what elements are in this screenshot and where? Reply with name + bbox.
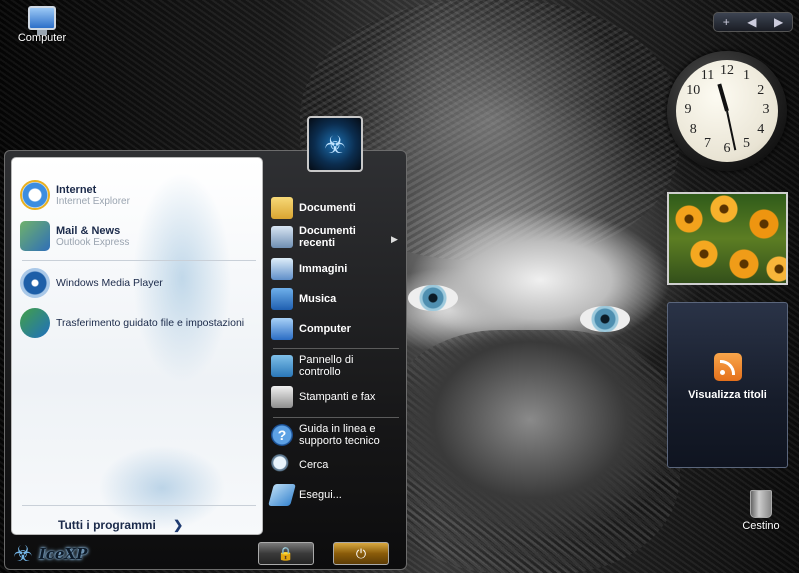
start-menu-programs-pane: Internet Internet Explorer Mail & News O… <box>11 157 263 535</box>
clock-number: 4 <box>757 121 765 137</box>
clock-number: 9 <box>684 102 692 117</box>
pinned-item-internet[interactable]: Internet Internet Explorer <box>20 180 130 210</box>
pinned-item-title: Internet <box>56 183 97 196</box>
music-icon <box>271 288 293 310</box>
recent-item-label: Windows Media Player <box>56 277 163 289</box>
clock-number: 6 <box>723 141 731 156</box>
feed-view-headlines-link[interactable]: Visualizza titoli <box>668 389 787 401</box>
start-menu: Internet Internet Explorer Mail & News O… <box>4 150 407 570</box>
rss-icon <box>713 353 742 381</box>
lock-button[interactable]: 🔒 <box>258 542 314 565</box>
user-picture[interactable]: ☣ <box>307 116 363 172</box>
places-separator <box>273 348 399 349</box>
system-item-label: Stampanti e fax <box>299 391 376 403</box>
clock-number: 10 <box>686 82 701 98</box>
computer-icon <box>28 6 56 35</box>
clock-hour-hand <box>717 83 729 112</box>
feed-headlines-gadget[interactable]: Visualizza titoli <box>667 302 788 468</box>
clock-number: 11 <box>700 68 715 84</box>
recent-item-label: Trasferimento guidato file e impostazion… <box>56 317 245 329</box>
recent-item-media-player[interactable]: Windows Media Player <box>20 268 163 298</box>
sidebar-controls: + ◀ ▶ <box>713 12 793 32</box>
all-programs-button[interactable]: Tutti i programmi ❯ <box>58 518 183 532</box>
support-item-search[interactable]: Cerca <box>271 454 328 476</box>
pinned-item-mail[interactable]: Mail & News Outlook Express <box>20 221 129 251</box>
previous-page-button[interactable]: ◀ <box>747 15 756 29</box>
biohazard-icon: ☣ <box>13 541 33 566</box>
submenu-arrow-icon: ▶ <box>391 234 398 244</box>
chevron-right-icon: ❯ <box>173 518 184 532</box>
run-icon <box>268 484 296 506</box>
pinned-item-subtitle: Outlook Express <box>56 236 130 248</box>
clock-number: 7 <box>704 135 711 151</box>
wallpaper-eye-right <box>580 306 630 332</box>
clock-number: 8 <box>689 121 697 137</box>
pictures-icon <box>271 258 293 280</box>
place-item-documents[interactable]: Documenti <box>271 197 356 219</box>
system-item-control-panel[interactable]: Pannello di controllo <box>271 354 371 378</box>
recycle-bin-icon <box>750 490 772 518</box>
documents-folder-icon <box>271 197 293 219</box>
place-item-computer[interactable]: Computer <box>271 318 351 340</box>
system-separator <box>273 417 399 418</box>
support-item-label: Guida in linea e supporto tecnico <box>299 423 380 447</box>
pinned-separator <box>22 260 256 261</box>
next-page-button[interactable]: ▶ <box>774 15 783 29</box>
outlook-express-icon <box>20 221 50 251</box>
shutdown-button[interactable]: ⏻ <box>333 542 389 565</box>
clock-gadget[interactable]: 12 1 2 3 4 5 6 7 8 9 10 11 <box>667 51 787 171</box>
control-panel-icon <box>271 355 293 377</box>
ice-xp-logo: ☣ IceXP <box>13 541 87 567</box>
clock-number: 3 <box>762 102 770 117</box>
wallpaper-eye-left <box>408 285 458 311</box>
place-item-label: Musica <box>299 293 337 305</box>
add-gadget-button[interactable]: + <box>723 15 730 29</box>
clock-number: 5 <box>743 135 750 151</box>
clock-face: 12 1 2 3 4 5 6 7 8 9 10 11 <box>676 60 778 162</box>
system-item-printers[interactable]: Stampanti e fax <box>271 386 375 408</box>
pinned-item-subtitle: Internet Explorer <box>56 195 130 207</box>
wallpaper-veil-bottom <box>380 330 680 573</box>
support-item-label: Cerca <box>299 459 329 471</box>
power-icon: ⏻ <box>355 546 367 561</box>
desktop-icon-computer[interactable]: Computer <box>12 6 72 44</box>
wallpaper-face <box>410 210 670 350</box>
recent-item-transfer-wizard[interactable]: Trasferimento guidato file e impostazion… <box>20 308 244 338</box>
place-item-recent-documents[interactable]: Documenti recenti <box>271 225 381 249</box>
search-icon <box>271 454 293 476</box>
clock-number: 2 <box>757 82 765 98</box>
recent-documents-icon <box>271 226 293 248</box>
system-item-label: Pannello di controllo <box>299 354 354 378</box>
desktop-icon-label: Cestino <box>742 520 780 532</box>
printer-icon <box>271 386 293 408</box>
all-programs-separator <box>22 505 256 506</box>
clock-number: 12 <box>720 63 734 78</box>
help-icon: ? <box>271 424 293 446</box>
place-item-label: Computer <box>299 323 351 335</box>
place-item-pictures[interactable]: Immagini <box>271 258 347 280</box>
place-item-music[interactable]: Musica <box>271 288 336 310</box>
lock-icon: 🔒 <box>277 546 295 561</box>
support-item-label: Esegui... <box>299 489 342 501</box>
support-item-run[interactable]: Esegui... <box>268 484 342 506</box>
place-item-label: Documenti <box>299 202 356 214</box>
place-item-label: Documenti recenti <box>299 225 356 249</box>
internet-explorer-icon <box>20 180 50 210</box>
media-player-icon <box>20 268 50 298</box>
support-item-help[interactable]: ? Guida in linea e supporto tecnico <box>271 423 391 447</box>
logo-text: IceXP <box>38 545 88 563</box>
place-item-label: Immagini <box>299 263 348 275</box>
pinned-item-title: Mail & News <box>56 224 121 237</box>
slideshow-gadget[interactable] <box>667 192 788 285</box>
computer-icon <box>271 318 293 340</box>
all-programs-label: Tutti i programmi <box>58 518 156 532</box>
biohazard-icon: ☣ <box>324 132 346 159</box>
transfer-wizard-icon <box>20 308 50 338</box>
desktop-icon-recycle-bin[interactable]: Cestino <box>731 490 791 532</box>
